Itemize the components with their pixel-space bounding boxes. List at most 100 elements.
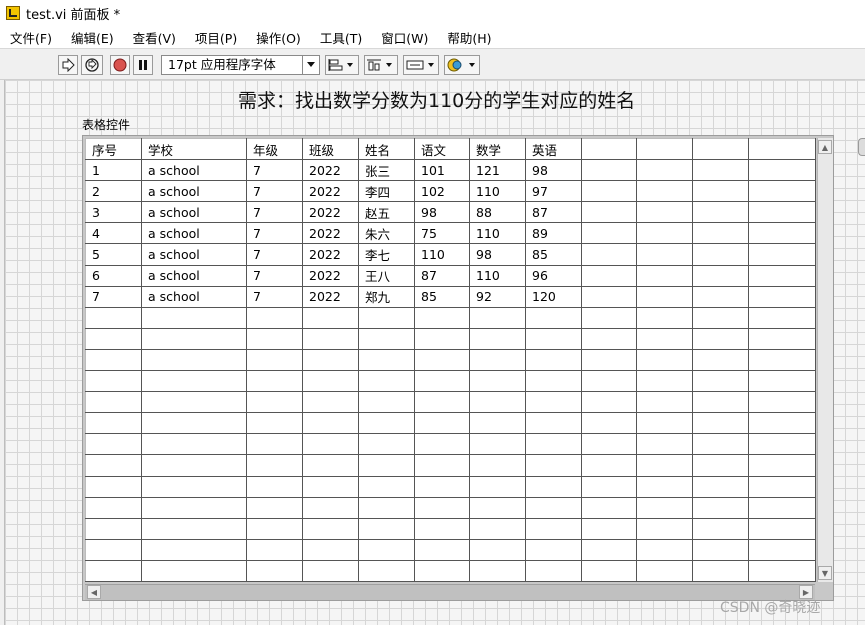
table-cell[interactable] [358,412,415,435]
table-control[interactable]: 序号 学校 年级 班级 姓名 语文 数学 英语 1 a school 7 2022 张三 101 121 98… [82,135,834,601]
table-cell[interactable] [469,538,526,561]
table-cell[interactable] [636,391,693,414]
table-cell[interactable]: 7 [246,201,303,224]
table-cell[interactable]: a school [141,180,247,203]
table-cell[interactable] [581,391,637,414]
panel-edge-handle[interactable] [858,138,865,156]
table-cell[interactable]: 88 [469,201,526,224]
table-cell[interactable] [692,201,749,224]
table-cell[interactable] [414,496,470,519]
table-cell[interactable] [692,137,749,161]
table-cell[interactable] [358,327,415,350]
table-cell[interactable] [469,327,526,350]
table-cell[interactable] [141,475,247,498]
table-cell[interactable] [358,306,415,329]
table-cell[interactable]: 121 [469,159,526,182]
table-cell[interactable]: 2022 [302,222,359,245]
table-cell[interactable]: 朱六 [358,222,415,245]
table-cell[interactable] [414,538,470,561]
table-cell[interactable]: a school [141,285,247,308]
table-cell[interactable]: 张三 [358,159,415,182]
table-cell[interactable] [748,137,816,161]
table-cell[interactable]: 7 [246,243,303,266]
table-cell[interactable]: 数学 [469,137,526,161]
table-cell[interactable] [302,496,359,519]
table-cell[interactable] [581,496,637,519]
table-cell[interactable] [692,517,749,540]
table-cell[interactable] [525,475,582,498]
table-cell[interactable] [85,306,142,329]
table-cell[interactable] [636,348,693,372]
align-objects-button[interactable] [325,55,359,75]
table-cell[interactable] [748,327,816,350]
table-cell[interactable] [636,222,693,245]
table-cell[interactable] [525,433,582,456]
table-cell[interactable] [581,243,637,266]
table-cell[interactable] [302,559,359,583]
table-cell[interactable] [692,433,749,456]
table-cell[interactable] [692,306,749,329]
table-cell[interactable] [525,391,582,414]
table-cell[interactable]: 姓名 [358,137,415,161]
table-cell[interactable] [302,370,359,393]
table-cell[interactable] [636,264,693,287]
table-cell[interactable]: 2022 [302,201,359,224]
table-cell[interactable]: 李四 [358,180,415,203]
table-cell[interactable]: 王八 [358,264,415,287]
table-cell[interactable] [581,475,637,498]
table-cell[interactable]: 2022 [302,159,359,182]
table-cell[interactable] [302,348,359,372]
table-cell[interactable]: 7 [85,285,142,308]
table-cell[interactable] [246,348,303,372]
table-cell[interactable]: 学校 [141,137,247,161]
table-cell[interactable] [636,137,693,161]
table-cell[interactable] [581,559,637,583]
table-cell[interactable]: 7 [246,264,303,287]
table-cell[interactable]: 2022 [302,285,359,308]
table-cell[interactable] [748,285,816,308]
table-cell[interactable]: 102 [414,180,470,203]
table-cell[interactable] [85,517,142,540]
menu-project[interactable]: 项目(P) [185,28,246,47]
table-cell[interactable]: 110 [469,180,526,203]
table-cell[interactable] [692,538,749,561]
menu-file[interactable]: 文件(F) [0,28,61,47]
table-cell[interactable] [748,159,816,182]
resize-objects-button[interactable] [403,55,439,75]
table-cell[interactable] [141,454,247,477]
table-cell[interactable]: 2022 [302,180,359,203]
table-cell[interactable] [302,433,359,456]
table-cell[interactable] [748,391,816,414]
table-cell[interactable]: 英语 [525,137,582,161]
table-cell[interactable] [636,306,693,329]
table-grid[interactable]: 序号 学校 年级 班级 姓名 语文 数学 英语 1 a school 7 2022 张三 101 121 98… [85,137,816,583]
table-cell[interactable] [141,433,247,456]
table-cell[interactable] [246,327,303,350]
table-cell[interactable]: 1 [85,159,142,182]
table-cell[interactable] [85,412,142,435]
table-cell[interactable]: 98 [469,243,526,266]
table-cell[interactable] [469,433,526,456]
table-cell[interactable]: 92 [469,285,526,308]
table-cell[interactable]: 4 [85,222,142,245]
table-cell[interactable] [141,370,247,393]
table-cell[interactable] [302,517,359,540]
table-cell[interactable] [246,538,303,561]
table-cell[interactable] [469,517,526,540]
table-cell[interactable] [246,475,303,498]
table-cell[interactable] [414,454,470,477]
horizontal-scrollbar[interactable]: ◀ ▶ [85,584,815,600]
table-cell[interactable] [748,475,816,498]
table-cell[interactable] [358,454,415,477]
table-cell[interactable] [748,496,816,519]
table-cell[interactable] [414,327,470,350]
table-cell[interactable] [636,454,693,477]
table-cell[interactable]: 7 [246,159,303,182]
table-cell[interactable] [581,159,637,182]
table-cell[interactable] [748,306,816,329]
table-cell[interactable] [636,538,693,561]
table-cell[interactable] [748,517,816,540]
menu-view[interactable]: 查看(V) [123,28,185,47]
table-cell[interactable] [85,475,142,498]
table-cell[interactable] [692,475,749,498]
